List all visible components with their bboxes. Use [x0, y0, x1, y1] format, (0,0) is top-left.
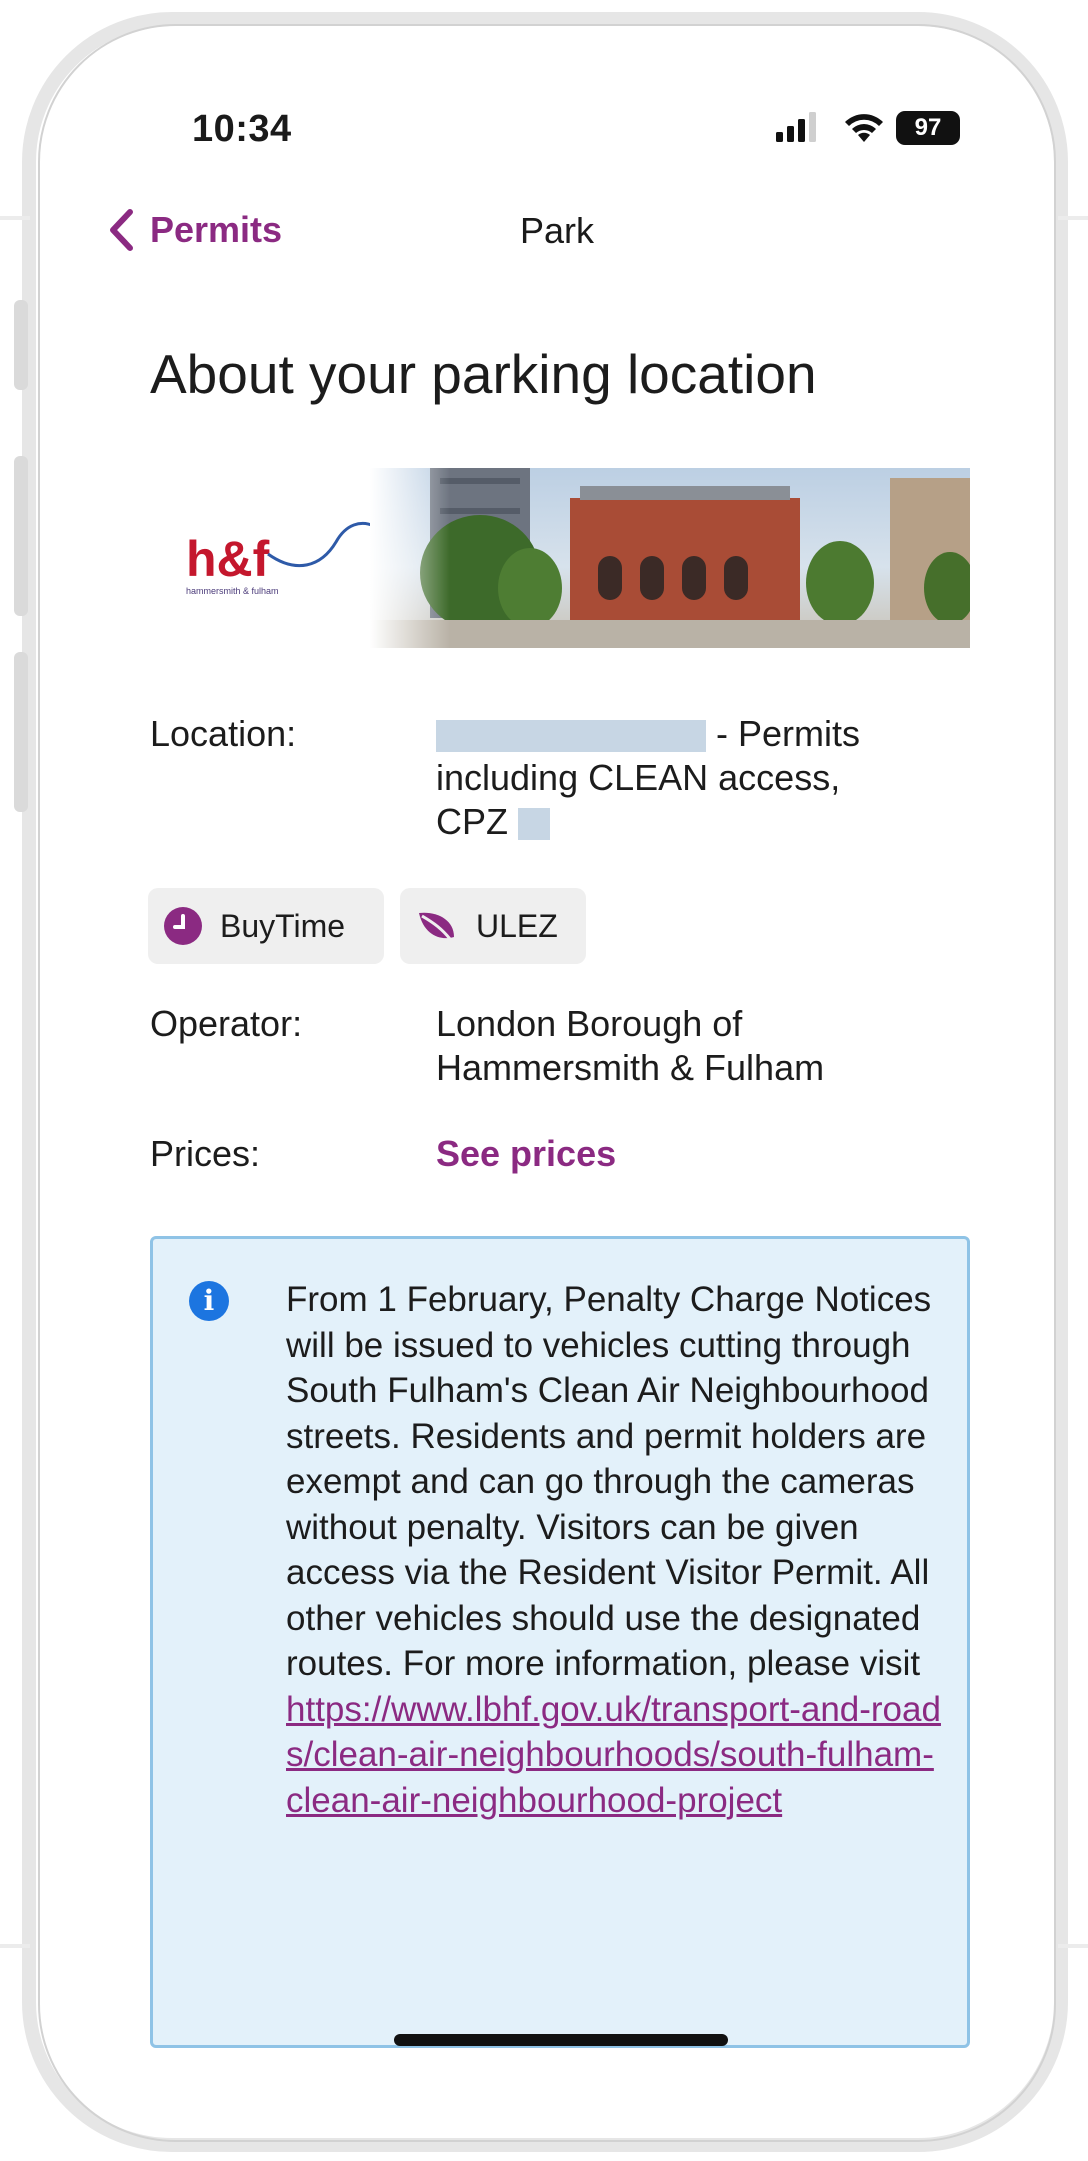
location-line-3: CPZ: [436, 800, 860, 844]
info-notice: i From 1 February, Penalty Charge Notice…: [150, 1236, 970, 2048]
info-notice-text: From 1 February, Penalty Charge Notices …: [286, 1280, 932, 1683]
clock-icon: [164, 907, 202, 945]
location-line-1: - Permits: [436, 712, 860, 756]
street-photo: [370, 468, 970, 648]
frame-rail: [0, 1944, 30, 1948]
info-notice-link[interactable]: https://www.lbhf.gov.uk/transport-and-ro…: [286, 1687, 951, 1824]
operator-line-1: London Borough of: [436, 1003, 743, 1044]
home-indicator[interactable]: [394, 2034, 728, 2046]
location-line-2: including CLEAN access,: [436, 757, 841, 798]
back-button[interactable]: Permits: [108, 204, 282, 256]
status-time: 10:34: [192, 108, 292, 150]
side-button: [14, 300, 28, 390]
redacted-location-id: [436, 720, 706, 753]
location-line-1-text: - Permits: [706, 713, 861, 754]
buytime-chip-label: BuyTime: [220, 907, 346, 944]
ulez-chip-label: ULEZ: [476, 907, 558, 944]
frame-rail: [1058, 1944, 1088, 1948]
page-title: About your parking location: [150, 343, 817, 405]
see-prices-link[interactable]: See prices: [436, 1132, 616, 1176]
photo-fade: [370, 468, 450, 648]
status-icons: 97: [776, 110, 966, 146]
ulez-chip[interactable]: ULEZ: [400, 888, 586, 964]
battery-indicator: 97: [896, 111, 960, 145]
side-button: [14, 652, 28, 812]
logo-swoosh-icon: [267, 521, 375, 568]
prices-label: Prices:: [150, 1133, 261, 1174]
frame-rail: [0, 216, 30, 220]
building-illustration: [370, 468, 970, 648]
location-banner: h&f hammersmith & fulham: [150, 468, 970, 648]
operator-value: London Borough of Hammersmith & Fulham: [436, 1002, 824, 1090]
frame-rail: [1058, 216, 1088, 220]
side-button: [14, 456, 28, 616]
location-label: Location:: [150, 713, 297, 754]
logo-subtitle: hammersmith & fulham: [186, 586, 279, 596]
operator-line-2: Hammersmith & Fulham: [436, 1047, 825, 1088]
back-button-label: Permits: [150, 209, 283, 250]
nav-title: Park: [520, 210, 595, 251]
leaf-icon: [416, 907, 458, 945]
info-icon: i: [189, 1281, 229, 1321]
wifi-icon: [845, 114, 883, 142]
chevron-left-icon: [110, 209, 133, 251]
buytime-chip[interactable]: BuyTime: [148, 888, 384, 964]
location-line-3-text: CPZ: [436, 801, 508, 842]
logo-text: h&f: [186, 531, 270, 587]
info-notice-body: From 1 February, Penalty Charge Notices …: [286, 1277, 951, 1823]
location-value: - Permits including CLEAN access, CPZ: [436, 712, 860, 844]
redacted-zone: [518, 808, 551, 841]
operator-label: Operator:: [150, 1003, 303, 1044]
operator-logo: h&f hammersmith & fulham: [150, 468, 380, 648]
